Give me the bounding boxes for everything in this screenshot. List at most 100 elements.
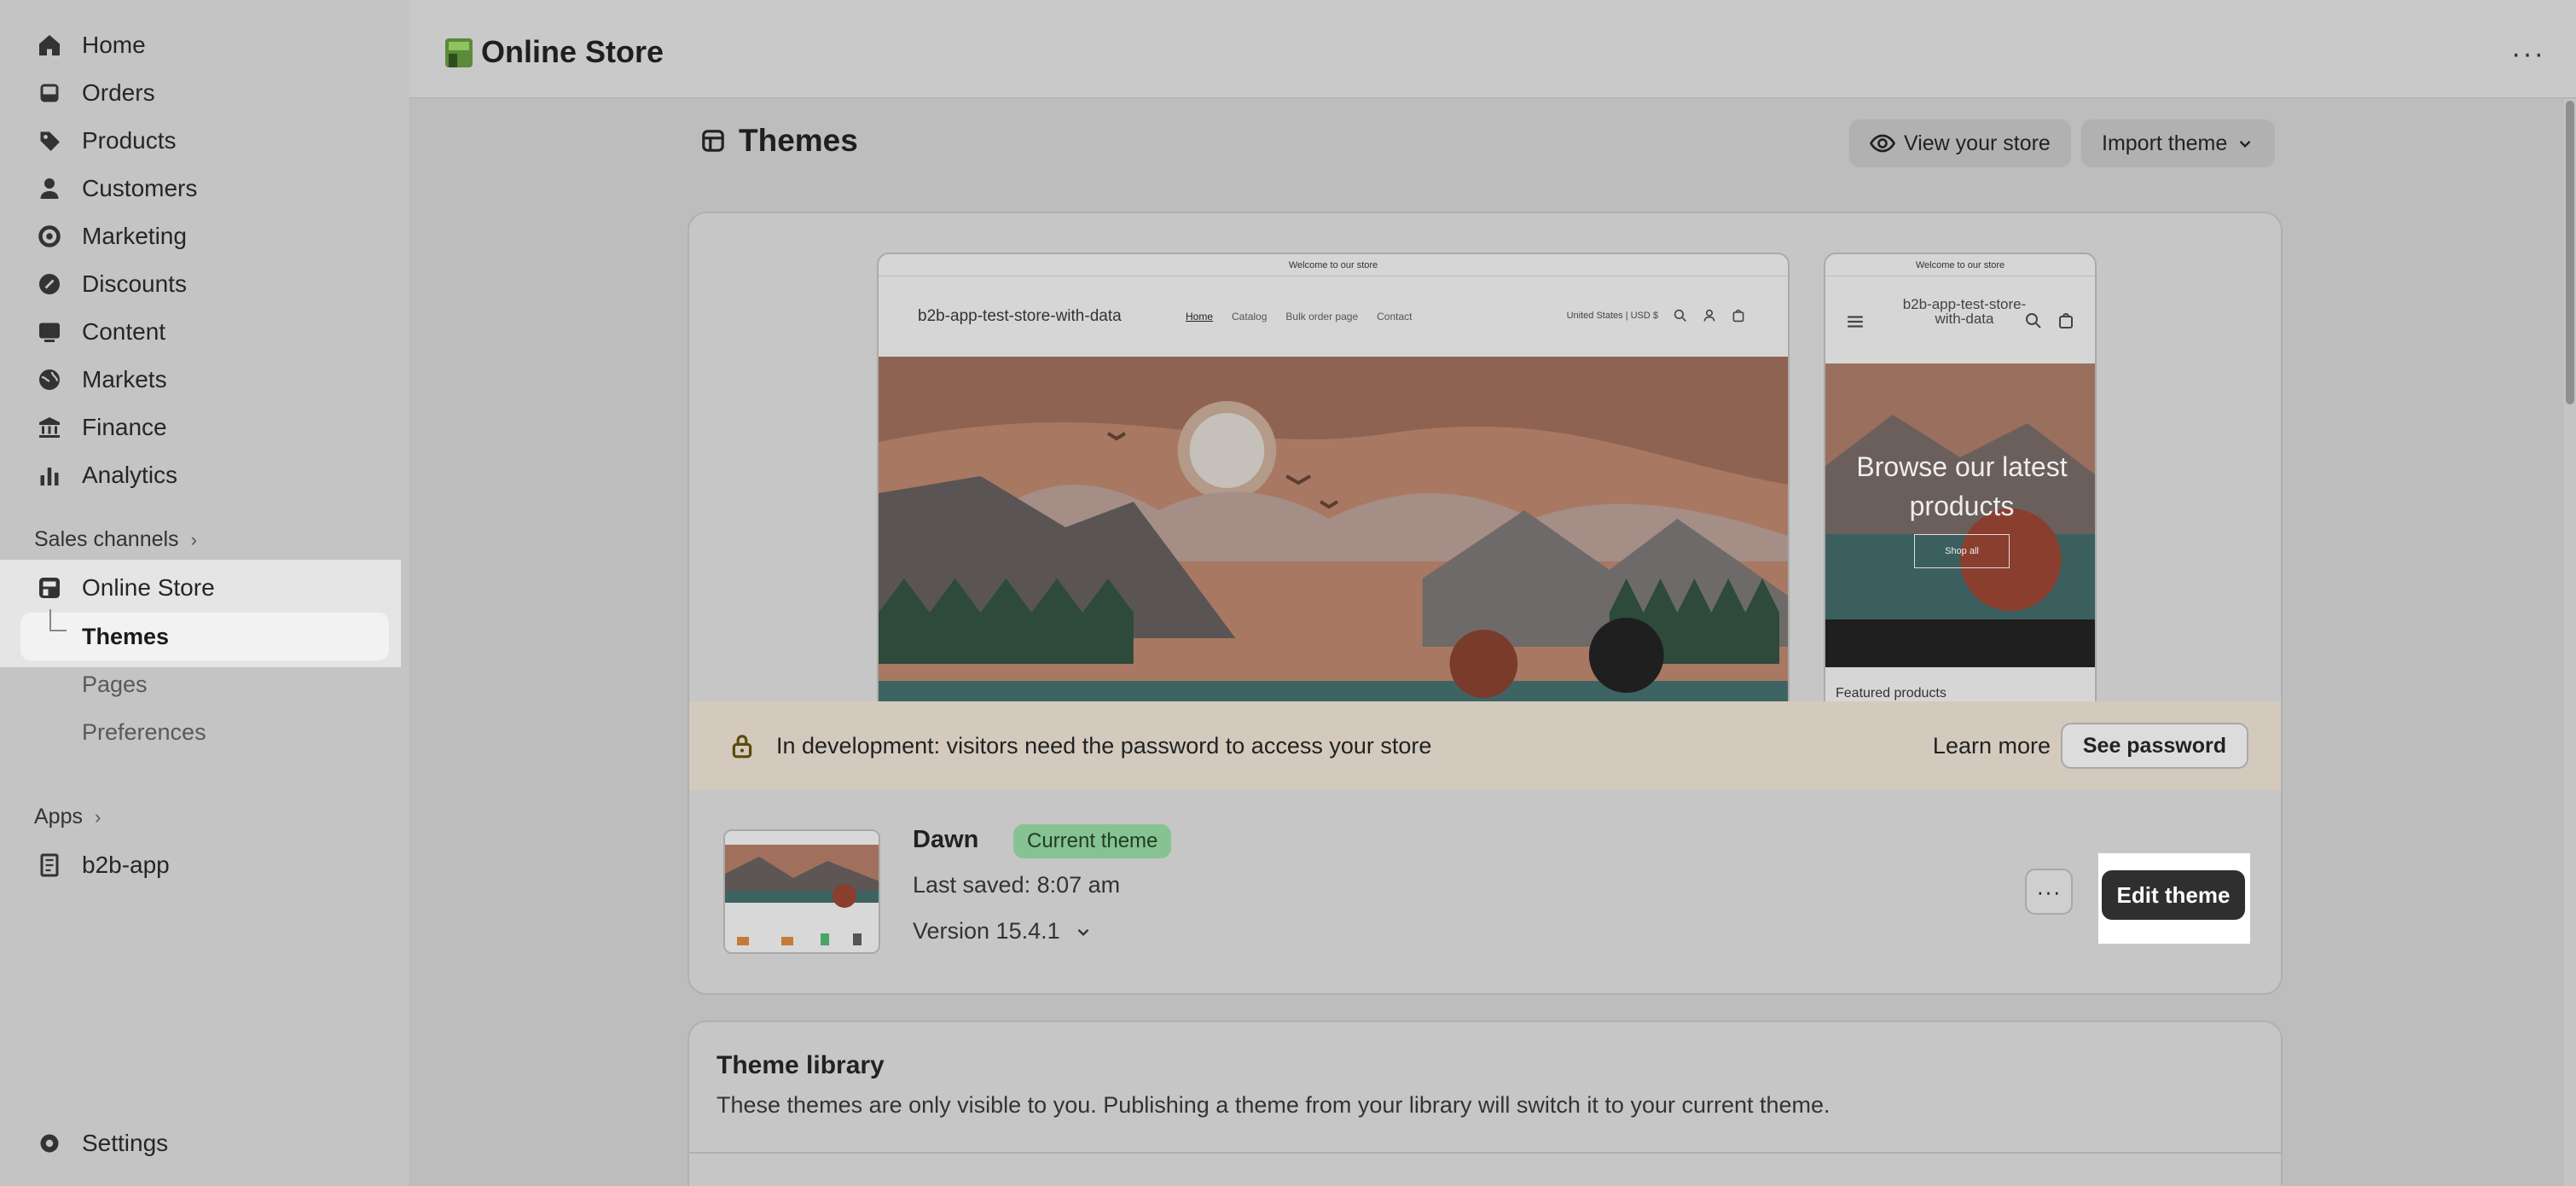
cart-icon: [1732, 309, 1744, 323]
sidebar-item-products[interactable]: Products: [34, 119, 177, 163]
mobile-preview: Welcome to our store b2b-app-test-store-…: [1824, 253, 2097, 713]
mobile-store-name: b2b-app-test-store-with-data: [1902, 296, 2027, 327]
divider: [689, 1152, 2281, 1154]
sidebar-item-label: b2b-app: [82, 852, 170, 878]
apps-heading[interactable]: Apps ›: [34, 805, 101, 829]
mobile-shop-all-button: Shop all: [1914, 534, 2010, 568]
view-store-button[interactable]: View your store: [1849, 119, 2071, 167]
mobile-hero-heading: Browse our latest products: [1856, 451, 2068, 521]
sales-channels-heading[interactable]: Sales channels ›: [34, 527, 197, 552]
hero-illustration: [879, 357, 1788, 712]
sidebar-item-discounts[interactable]: Discounts: [34, 262, 187, 306]
theme-thumbnail-image: [725, 831, 879, 952]
search-icon: [2026, 313, 2041, 328]
sidebar-item-customers[interactable]: Customers: [34, 166, 197, 211]
current-theme-card: Welcome to our store b2b-app-test-store-…: [688, 212, 2283, 995]
chevron-right-icon: ›: [94, 805, 102, 828]
topbar: Online Store ···: [409, 0, 2576, 99]
edit-theme-highlight: Edit theme: [2098, 853, 2250, 944]
see-password-button[interactable]: See password: [2060, 723, 2248, 769]
lock-icon: [732, 735, 752, 759]
theme-thumbnail[interactable]: [723, 829, 880, 954]
learn-more-link[interactable]: Learn more: [1933, 733, 2051, 759]
main-content: Themes View your store Import theme Welc…: [409, 99, 2576, 1186]
more-actions-button[interactable]: ···: [2511, 38, 2545, 71]
theme-library-description: These themes are only visible to you. Pu…: [717, 1092, 1830, 1118]
theme-preview[interactable]: Welcome to our store b2b-app-test-store-…: [689, 213, 2281, 713]
sidebar-item-analytics[interactable]: Analytics: [34, 453, 177, 497]
development-banner: In development: visitors need the passwo…: [689, 701, 2281, 790]
app-title: Online Store: [444, 34, 664, 70]
sidebar-item-finance[interactable]: Finance: [34, 405, 167, 450]
sidebar-item-label: Marketing: [82, 223, 187, 249]
theme-library-card: Theme library These themes are only visi…: [688, 1020, 2283, 1186]
scrollbar[interactable]: [2564, 99, 2576, 1186]
chevron-down-icon: [2239, 140, 2251, 148]
search-icon: [1674, 309, 1686, 322]
home-icon: [34, 30, 65, 61]
edit-theme-button[interactable]: Edit theme: [2102, 870, 2245, 920]
app-icon: [34, 850, 65, 881]
tree-connector: [49, 609, 67, 631]
sidebar-item-orders[interactable]: Orders: [34, 71, 155, 115]
sidebar-subitem-themes[interactable]: Themes: [82, 624, 169, 650]
sidebar-item-label: Markets: [82, 366, 167, 392]
sidebar-item-label: Settings: [82, 1130, 169, 1156]
themes-active-bg: [20, 613, 389, 660]
sidebar-item-settings[interactable]: Settings: [34, 1121, 168, 1166]
sidebar-item-label: Discounts: [82, 270, 187, 297]
mobile-featured-heading: Featured products: [1836, 686, 1947, 701]
image-icon: [34, 317, 65, 347]
tag-icon: [34, 125, 65, 156]
target-icon: [34, 221, 65, 252]
sidebar-subitem-pages[interactable]: Pages: [82, 671, 148, 698]
version-selector[interactable]: Version 15.4.1: [913, 918, 1093, 945]
store-nav: Home Catalog Bulk order page Contact: [1186, 311, 1412, 323]
sidebar-item-content[interactable]: Content: [34, 310, 165, 354]
sidebar-subitem-preferences[interactable]: Preferences: [82, 719, 206, 746]
locale-selector: United States | USD $: [1566, 311, 1658, 321]
current-theme-row: Dawn Current theme Last saved: 8:07 am V…: [689, 790, 2281, 993]
hamburger-icon: [1848, 316, 1863, 328]
mobile-announcement-bar: Welcome to our store: [1825, 254, 2095, 276]
sidebar-item-marketing[interactable]: Marketing: [34, 214, 187, 259]
sidebar-item-label: Home: [82, 32, 146, 58]
cart-icon: [2059, 313, 2073, 328]
sidebar-item-label: Content: [82, 318, 166, 345]
theme-more-actions-button[interactable]: ···: [2025, 869, 2073, 915]
import-theme-button[interactable]: Import theme: [2081, 119, 2276, 167]
sidebar-item-online-store[interactable]: Online Store: [34, 566, 215, 610]
inbox-icon: [34, 78, 65, 108]
sidebar-item-label: Online Store: [82, 574, 215, 601]
sidebar-item-label: Products: [82, 127, 177, 154]
discount-icon: [34, 269, 65, 299]
store-name: b2b-app-test-store-with-data: [918, 307, 1122, 325]
globe-icon: [34, 364, 65, 395]
gear-icon: [34, 1128, 65, 1159]
last-saved-text: Last saved: 8:07 am: [913, 872, 1121, 898]
sidebar-item-b2b-app[interactable]: b2b-app: [34, 843, 170, 887]
store-header: b2b-app-test-store-with-data Home Catalo…: [879, 276, 1788, 357]
store-link-home: Home: [1186, 311, 1214, 323]
development-banner-text: In development: visitors need the passwo…: [776, 732, 1432, 759]
theme-name: Dawn: [913, 826, 979, 853]
bank-icon: [34, 412, 65, 443]
account-icon: [1703, 309, 1715, 322]
store-link-contact: Contact: [1377, 311, 1413, 323]
mobile-store-header: b2b-app-test-store-with-data: [1825, 276, 2095, 363]
theme-library-title: Theme library: [717, 1051, 885, 1079]
store-icon: [34, 573, 65, 603]
theme-icon: [702, 130, 724, 152]
scrollbar-thumb[interactable]: [2566, 101, 2574, 404]
eye-icon: [1870, 134, 1895, 153]
store-link-catalog: Catalog: [1232, 311, 1268, 323]
store-link-bulk: Bulk order page: [1285, 311, 1359, 323]
person-icon: [34, 173, 65, 204]
chevron-right-icon: ›: [190, 528, 197, 550]
chevron-down-icon: [1077, 928, 1088, 936]
sidebar-item-home[interactable]: Home: [34, 23, 146, 67]
sidebar-item-markets[interactable]: Markets: [34, 358, 167, 402]
sidebar-item-label: Analytics: [82, 462, 178, 488]
page-title: Themes: [699, 123, 858, 159]
sidebar-item-label: Customers: [82, 175, 198, 201]
